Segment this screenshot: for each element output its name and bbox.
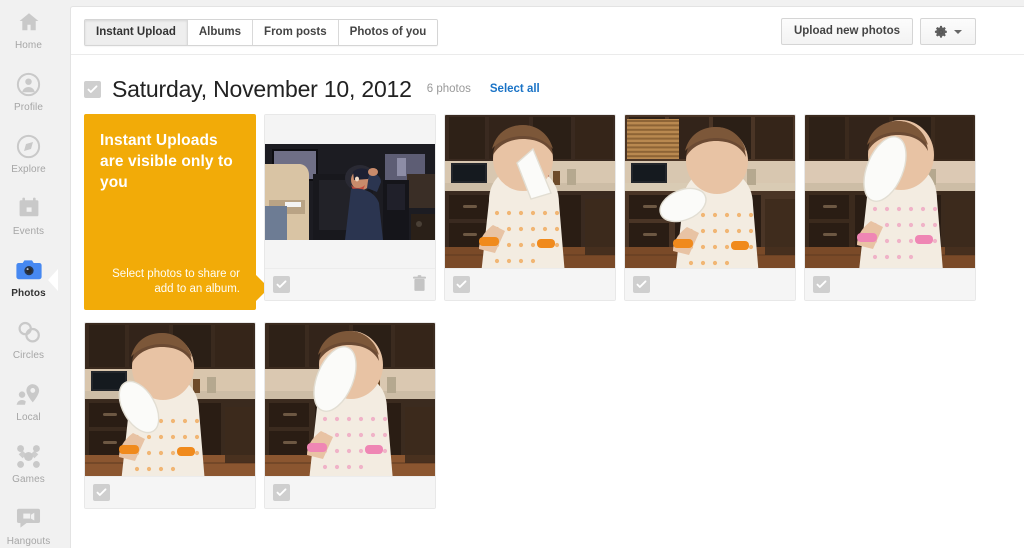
select-photo-checkbox[interactable] — [453, 276, 470, 293]
toolbar: Instant Upload Albums From posts Photos of … — [71, 7, 1024, 55]
tile-footer — [85, 476, 255, 508]
sidebar-item-photos[interactable]: Photos — [0, 248, 58, 310]
upload-new-photos-button[interactable]: Upload new photos — [780, 18, 913, 45]
photo-tile[interactable] — [264, 114, 436, 301]
active-nav-pointer — [48, 269, 58, 291]
photo-tile[interactable] — [804, 114, 976, 301]
photo-count-label: 6 photos — [426, 83, 471, 95]
select-photo-checkbox[interactable] — [273, 276, 290, 293]
sidebar-item-label: Circles — [12, 350, 45, 361]
sidebar-item-circles[interactable]: Circles — [0, 310, 57, 372]
promo-title: Instant Uploads are visible only to you — [100, 132, 233, 191]
tile-footer — [625, 268, 795, 300]
gear-icon — [934, 25, 948, 39]
delete-photo-icon[interactable] — [413, 275, 426, 292]
map-pin-icon — [16, 381, 42, 407]
sidebar-item-label: Events — [12, 226, 45, 237]
select-photo-checkbox[interactable] — [813, 276, 830, 293]
photos-app: Home Profile Explore Events Photos Circles Loc… — [0, 0, 1024, 548]
date-header: Saturday, November 10, 2012 6 photos Sel… — [84, 72, 1024, 106]
photo-thumbnail[interactable] — [445, 115, 615, 268]
promo-subtitle: Select photos to share or add to an albu… — [112, 268, 240, 295]
tile-footer — [265, 476, 435, 508]
photo-tile[interactable] — [84, 322, 256, 509]
tile-footer — [445, 268, 615, 300]
photo-thumbnail[interactable] — [625, 115, 795, 268]
tab-albums[interactable]: Albums — [187, 20, 254, 45]
select-all-link[interactable]: Select all — [490, 83, 540, 95]
photo-thumbnail[interactable] — [265, 115, 435, 268]
left-nav-rail: Home Profile Explore Events Photos Circles Loc… — [0, 0, 58, 548]
sidebar-item-hangouts[interactable]: Hangouts — [0, 496, 57, 548]
hangouts-icon — [16, 505, 42, 531]
tab-from-posts[interactable]: From posts — [253, 20, 339, 45]
sidebar-item-label: Local — [16, 412, 41, 423]
photo-thumbnail[interactable] — [85, 323, 255, 476]
events-icon — [16, 195, 42, 221]
chevron-down-icon — [954, 29, 962, 34]
tab-instant-upload[interactable]: Instant Upload — [85, 20, 188, 45]
profile-icon — [16, 71, 42, 97]
tab-strip: Instant Upload Albums From posts Photos of … — [84, 19, 439, 46]
circles-icon — [16, 319, 42, 345]
photo-thumbnail[interactable] — [265, 323, 435, 476]
select-photo-checkbox[interactable] — [93, 484, 110, 501]
sidebar-item-label: Photos — [11, 288, 46, 299]
photo-thumbnail[interactable] — [805, 115, 975, 268]
sidebar-item-home[interactable]: Home — [0, 0, 57, 62]
camera-icon — [15, 257, 42, 283]
page-title: Saturday, November 10, 2012 — [112, 75, 412, 102]
tile-footer — [805, 268, 975, 300]
explore-icon — [16, 133, 42, 159]
sidebar-item-label: Games — [12, 474, 45, 485]
sidebar-item-profile[interactable]: Profile — [0, 62, 57, 124]
content-panel: Instant Upload Albums From posts Photos of … — [70, 6, 1024, 548]
instant-upload-promo-card: Instant Uploads are visible only to you … — [84, 114, 269, 310]
select-photo-checkbox[interactable] — [633, 276, 650, 293]
tile-footer — [265, 268, 435, 300]
sidebar-item-label: Home — [14, 40, 43, 51]
photo-tile[interactable] — [624, 114, 796, 301]
home-icon — [16, 9, 42, 35]
sidebar-item-explore[interactable]: Explore — [0, 124, 57, 186]
sidebar-item-label: Explore — [11, 164, 46, 175]
sidebar-item-games[interactable]: Games — [0, 434, 57, 496]
sidebar-item-events[interactable]: Events — [0, 186, 57, 248]
settings-gear-button[interactable] — [920, 18, 976, 45]
sidebar-item-local[interactable]: Local — [0, 372, 57, 434]
games-icon — [16, 443, 42, 469]
sidebar-item-label: Profile — [13, 102, 44, 113]
select-photo-checkbox[interactable] — [273, 484, 290, 501]
tab-photos-of-you[interactable]: Photos of you — [338, 20, 438, 45]
select-date-checkbox[interactable] — [84, 80, 101, 98]
photo-tile[interactable] — [444, 114, 616, 301]
photo-tile[interactable] — [264, 322, 436, 509]
sidebar-item-label: Hangouts — [6, 536, 51, 547]
